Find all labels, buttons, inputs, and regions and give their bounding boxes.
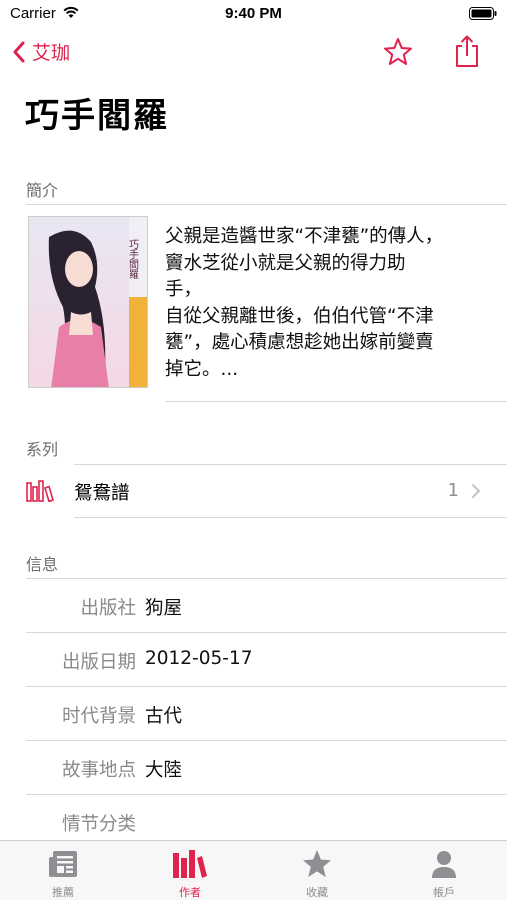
- tab-label: 推薦: [52, 886, 74, 899]
- info-label: 时代背景: [61, 706, 136, 727]
- intro-line: 手，: [165, 279, 203, 300]
- tab-bar: 推薦 作者 收藏 帳戶: [0, 840, 507, 900]
- info-value: 狗屋: [145, 598, 183, 619]
- info-section-header: 信息: [26, 555, 59, 574]
- status-bar: Carrier 9:40 PM: [0, 0, 507, 28]
- info-row-era: 时代背景 古代: [0, 687, 507, 740]
- share-icon: [456, 35, 478, 67]
- info-row-publisher: 出版社 狗屋: [0, 579, 507, 632]
- tab-label: 收藏: [306, 886, 328, 899]
- tab-authors[interactable]: 作者: [127, 841, 253, 900]
- tab-label: 作者: [179, 886, 201, 899]
- intro-bottom-divider: [165, 401, 507, 402]
- back-button[interactable]: 艾珈: [12, 38, 70, 65]
- info-value: 古代: [145, 706, 183, 727]
- info-row-location: 故事地点 大陸: [0, 741, 507, 794]
- battery-icon: [469, 7, 497, 25]
- chevron-left-icon: [13, 41, 25, 62]
- favorite-button[interactable]: [382, 36, 414, 72]
- intro-line: 掉它。...: [165, 358, 239, 380]
- intro-line: 父親是造醬世家“不津甕”的傳人，: [165, 226, 444, 247]
- intro-line: 自從父親離世後，伯伯代管“不津: [165, 305, 434, 327]
- share-button[interactable]: [452, 34, 482, 72]
- star-outline-icon: [384, 38, 412, 65]
- newspaper-icon: [0, 849, 126, 879]
- series-count: 1: [447, 480, 459, 501]
- clock-label: 9:40 PM: [225, 5, 282, 22]
- tab-recommend[interactable]: 推薦: [0, 841, 126, 900]
- page-title: 巧手閻羅: [25, 96, 169, 136]
- tab-label: 帳戶: [433, 886, 455, 899]
- tab-favorites[interactable]: 收藏: [254, 841, 380, 900]
- series-section-header: 系列: [26, 440, 59, 459]
- info-label: 情节分类: [61, 814, 136, 835]
- intro-top-divider: [26, 204, 507, 205]
- series-bottom-divider: [74, 517, 507, 518]
- chevron-right-icon: [471, 483, 481, 503]
- star-icon: [254, 849, 380, 879]
- navigation-bar: 艾珈: [0, 30, 507, 74]
- info-label: 出版日期: [61, 652, 136, 673]
- intro-section-header: 簡介: [26, 181, 59, 200]
- info-label: 出版社: [80, 598, 136, 619]
- svg-text:巧手閻羅: 巧手閻羅: [127, 239, 139, 280]
- info-value: 2012-05-17: [145, 648, 253, 669]
- info-label: 故事地点: [61, 760, 136, 781]
- info-row-publish-date: 出版日期 2012-05-17: [0, 633, 507, 686]
- intro-line: 竇水芝從小就是父親的得力助: [165, 252, 406, 274]
- series-row[interactable]: 鴛鴦譜 1: [0, 465, 507, 517]
- info-value: 大陸: [145, 760, 183, 781]
- intro-description: 父親是造醬世家“不津甕”的傳人， 竇水芝從小就是父親的得力助 手， 自從父親離世…: [165, 224, 483, 383]
- tab-account[interactable]: 帳戶: [381, 841, 507, 900]
- books-icon: [26, 480, 54, 506]
- person-icon: [381, 849, 507, 879]
- books-icon: [127, 849, 253, 879]
- intro-line: 甕”，處心積慮想趁她出嫁前變賣: [165, 332, 434, 353]
- book-cover-image: 巧手閻羅: [28, 216, 148, 388]
- series-name: 鴛鴦譜: [74, 483, 130, 504]
- back-button-label: 艾珈: [32, 42, 71, 64]
